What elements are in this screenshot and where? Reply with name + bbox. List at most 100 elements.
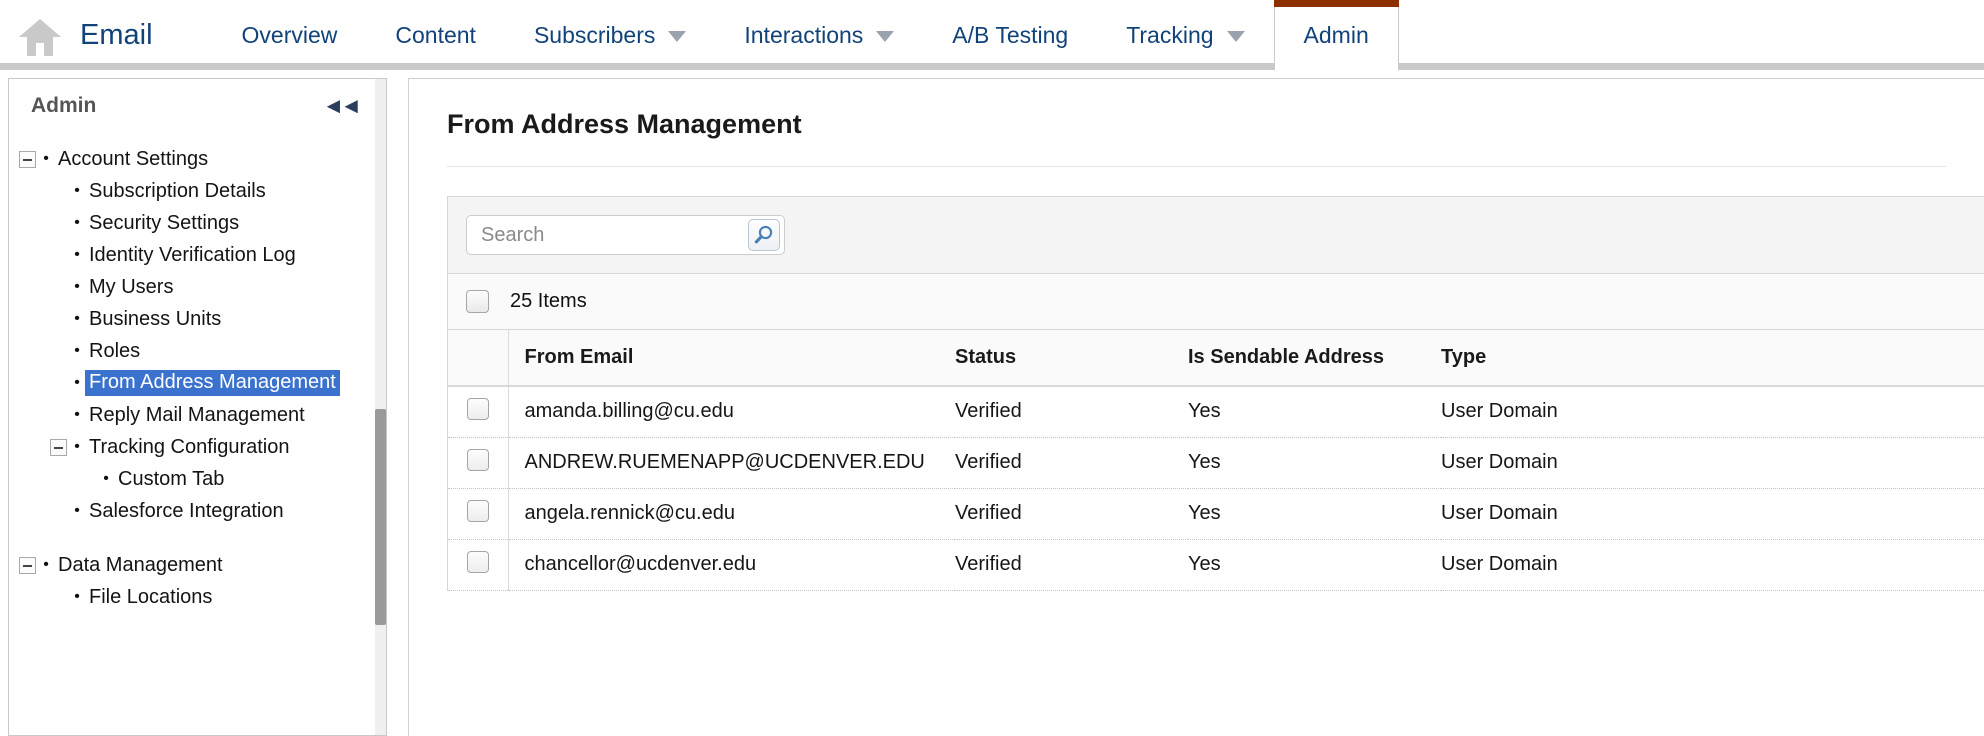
- sidebar-item-label[interactable]: Subscription Details: [87, 180, 266, 203]
- row-checkbox-cell: [448, 539, 509, 591]
- tree-collapse-minus-icon[interactable]: [19, 556, 36, 574]
- sidebar-item-label[interactable]: My Users: [87, 276, 173, 299]
- sidebar-item-file-locations[interactable]: • File Locations: [9, 581, 386, 613]
- from-address-table: From Email Status Is Sendable Address Ty…: [448, 330, 1984, 591]
- sidebar-item-label[interactable]: Custom Tab: [116, 468, 224, 491]
- sidebar-item-tracking-configuration[interactable]: • Tracking Configuration: [9, 431, 386, 463]
- sidebar-item-roles[interactable]: • Roles: [9, 335, 386, 367]
- nav-tab-label: Subscribers: [533, 21, 656, 48]
- row-checkbox[interactable]: [466, 499, 489, 522]
- nav-tab-label: Interactions: [744, 21, 864, 48]
- tree-group-spacer: [9, 527, 386, 549]
- sidebar-item-from-address-management[interactable]: • From Address Management: [9, 367, 386, 399]
- tree-collapse-minus-icon[interactable]: [19, 150, 36, 168]
- nav-tab-a-b-testing[interactable]: A/B Testing: [923, 0, 1097, 70]
- bullet-icon: •: [43, 150, 49, 167]
- table-row[interactable]: amanda.billing@cu.edu Verified Yes User Dom…: [448, 386, 1984, 438]
- cell-status: Verified: [955, 539, 1188, 591]
- sidebar-item-label[interactable]: Data Management: [56, 554, 223, 577]
- sidebar-item-business-units[interactable]: • Business Units: [9, 303, 386, 335]
- row-checkbox-cell: [448, 386, 509, 438]
- nav-tab-tracking[interactable]: Tracking: [1097, 0, 1273, 70]
- row-checkbox[interactable]: [466, 448, 489, 471]
- sidebar-item-data-management[interactable]: • Data Management: [9, 549, 386, 581]
- bullet-icon: •: [43, 556, 49, 573]
- cell-from-email: ANDREW.RUEMENAPP@UCDENVER.EDU: [508, 437, 955, 489]
- header-checkbox-col: [448, 330, 509, 387]
- sidebar-item-label[interactable]: Reply Mail Management: [87, 404, 305, 427]
- nav-tab-content[interactable]: Content: [366, 0, 505, 70]
- sidebar-item-subscription-details[interactable]: • Subscription Details: [9, 175, 386, 207]
- search-button[interactable]: [748, 219, 780, 251]
- sidebar-item-label[interactable]: Roles: [87, 340, 140, 363]
- header-type[interactable]: Type: [1441, 330, 1984, 387]
- bullet-icon: •: [74, 374, 80, 391]
- home-button[interactable]: [0, 0, 80, 70]
- nav-tab-interactions[interactable]: Interactions: [715, 0, 923, 70]
- sidebar-item-reply-mail-management[interactable]: • Reply Mail Management: [9, 399, 386, 431]
- nav-tab-admin[interactable]: Admin: [1273, 0, 1399, 70]
- cell-is-sendable-address: Yes: [1188, 488, 1441, 540]
- app-title: Email: [80, 19, 153, 51]
- search-toolbar: [448, 197, 1984, 274]
- double-chevron-left-icon[interactable]: ◄◄: [322, 93, 364, 119]
- nav-tab-label: Admin: [1303, 21, 1369, 48]
- sidebar-item-label[interactable]: Account Settings: [56, 148, 208, 171]
- table-row[interactable]: angela.rennick@cu.edu Verified Yes User Dom…: [448, 488, 1984, 540]
- nav-tab-subscribers[interactable]: Subscribers: [505, 0, 715, 70]
- sidebar-item-security-settings[interactable]: • Security Settings: [9, 207, 386, 239]
- nav-tab-overview[interactable]: Overview: [213, 0, 367, 70]
- sidebar-item-label[interactable]: File Locations: [87, 586, 212, 609]
- sidebar-header: Admin ◄◄: [9, 79, 386, 129]
- admin-nav-tree: • Account Settings • Subscription Details • S…: [9, 129, 386, 613]
- bullet-icon: •: [74, 342, 80, 359]
- sidebar-item-label[interactable]: Identity Verification Log: [87, 244, 296, 267]
- chevron-down-icon: [1226, 31, 1245, 42]
- bullet-icon: •: [74, 246, 80, 263]
- sidebar-item-identity-verification-log[interactable]: • Identity Verification Log: [9, 239, 386, 271]
- sidebar-item-account-settings[interactable]: • Account Settings: [9, 143, 386, 175]
- cell-type: User Domain: [1441, 437, 1984, 489]
- sidebar-item-custom-tab[interactable]: • Custom Tab: [9, 463, 386, 495]
- sidebar-item-label[interactable]: Business Units: [87, 308, 221, 331]
- header-from-email[interactable]: From Email: [508, 330, 955, 387]
- table-row[interactable]: chancellor@ucdenver.edu Verified Yes User D…: [448, 539, 1984, 591]
- bullet-icon: •: [74, 588, 80, 605]
- sidebar-scrollbar-thumb[interactable]: [375, 409, 386, 625]
- header-is-sendable-address[interactable]: Is Sendable Address: [1188, 330, 1441, 387]
- from-address-panel: 25 Items From Email Status Is Sendable A…: [447, 196, 1984, 591]
- bullet-icon: •: [74, 502, 80, 519]
- cell-type: User Domain: [1441, 488, 1984, 540]
- row-checkbox-cell: [448, 437, 509, 489]
- cell-is-sendable-address: Yes: [1188, 386, 1441, 438]
- tree-collapse-minus-icon[interactable]: [50, 438, 67, 456]
- nav-tab-label: Overview: [241, 21, 338, 48]
- cell-type: User Domain: [1441, 386, 1984, 438]
- bullet-icon: •: [74, 182, 80, 199]
- items-count-label: 25 Items: [510, 290, 587, 312]
- sidebar-title: Admin: [31, 94, 97, 117]
- table-header: From Email Status Is Sendable Address Ty…: [448, 330, 1984, 387]
- cell-from-email: chancellor@ucdenver.edu: [508, 539, 955, 591]
- search-input[interactable]: [467, 223, 748, 247]
- table-header-row: From Email Status Is Sendable Address Ty…: [448, 330, 1984, 387]
- sidebar-item-salesforce-integration[interactable]: • Salesforce Integration: [9, 495, 386, 527]
- sidebar-item-label[interactable]: Security Settings: [87, 212, 239, 235]
- nav-tab-list: Overview Content Subscribers Interactions A/…: [213, 0, 1984, 70]
- sidebar-scrollbar-track[interactable]: [375, 79, 386, 735]
- nav-bottom-rule: [0, 63, 1984, 70]
- table-row[interactable]: ANDREW.RUEMENAPP@UCDENVER.EDU Verified Yes…: [448, 437, 1984, 489]
- sidebar-item-my-users[interactable]: • My Users: [9, 271, 386, 303]
- sidebar-item-label[interactable]: Tracking Configuration: [87, 436, 289, 459]
- row-checkbox[interactable]: [466, 397, 489, 420]
- row-checkbox[interactable]: [466, 550, 489, 573]
- bullet-icon: •: [74, 406, 80, 423]
- bullet-icon: •: [103, 470, 109, 487]
- sidebar-item-label[interactable]: From Address Management: [85, 370, 340, 396]
- nav-tab-label: A/B Testing: [952, 21, 1069, 48]
- select-all-checkbox[interactable]: [466, 290, 489, 313]
- sidebar-item-label[interactable]: Salesforce Integration: [87, 500, 284, 523]
- header-status[interactable]: Status: [955, 330, 1188, 387]
- nav-tab-label: Content: [395, 21, 476, 48]
- bullet-icon: •: [74, 214, 80, 231]
